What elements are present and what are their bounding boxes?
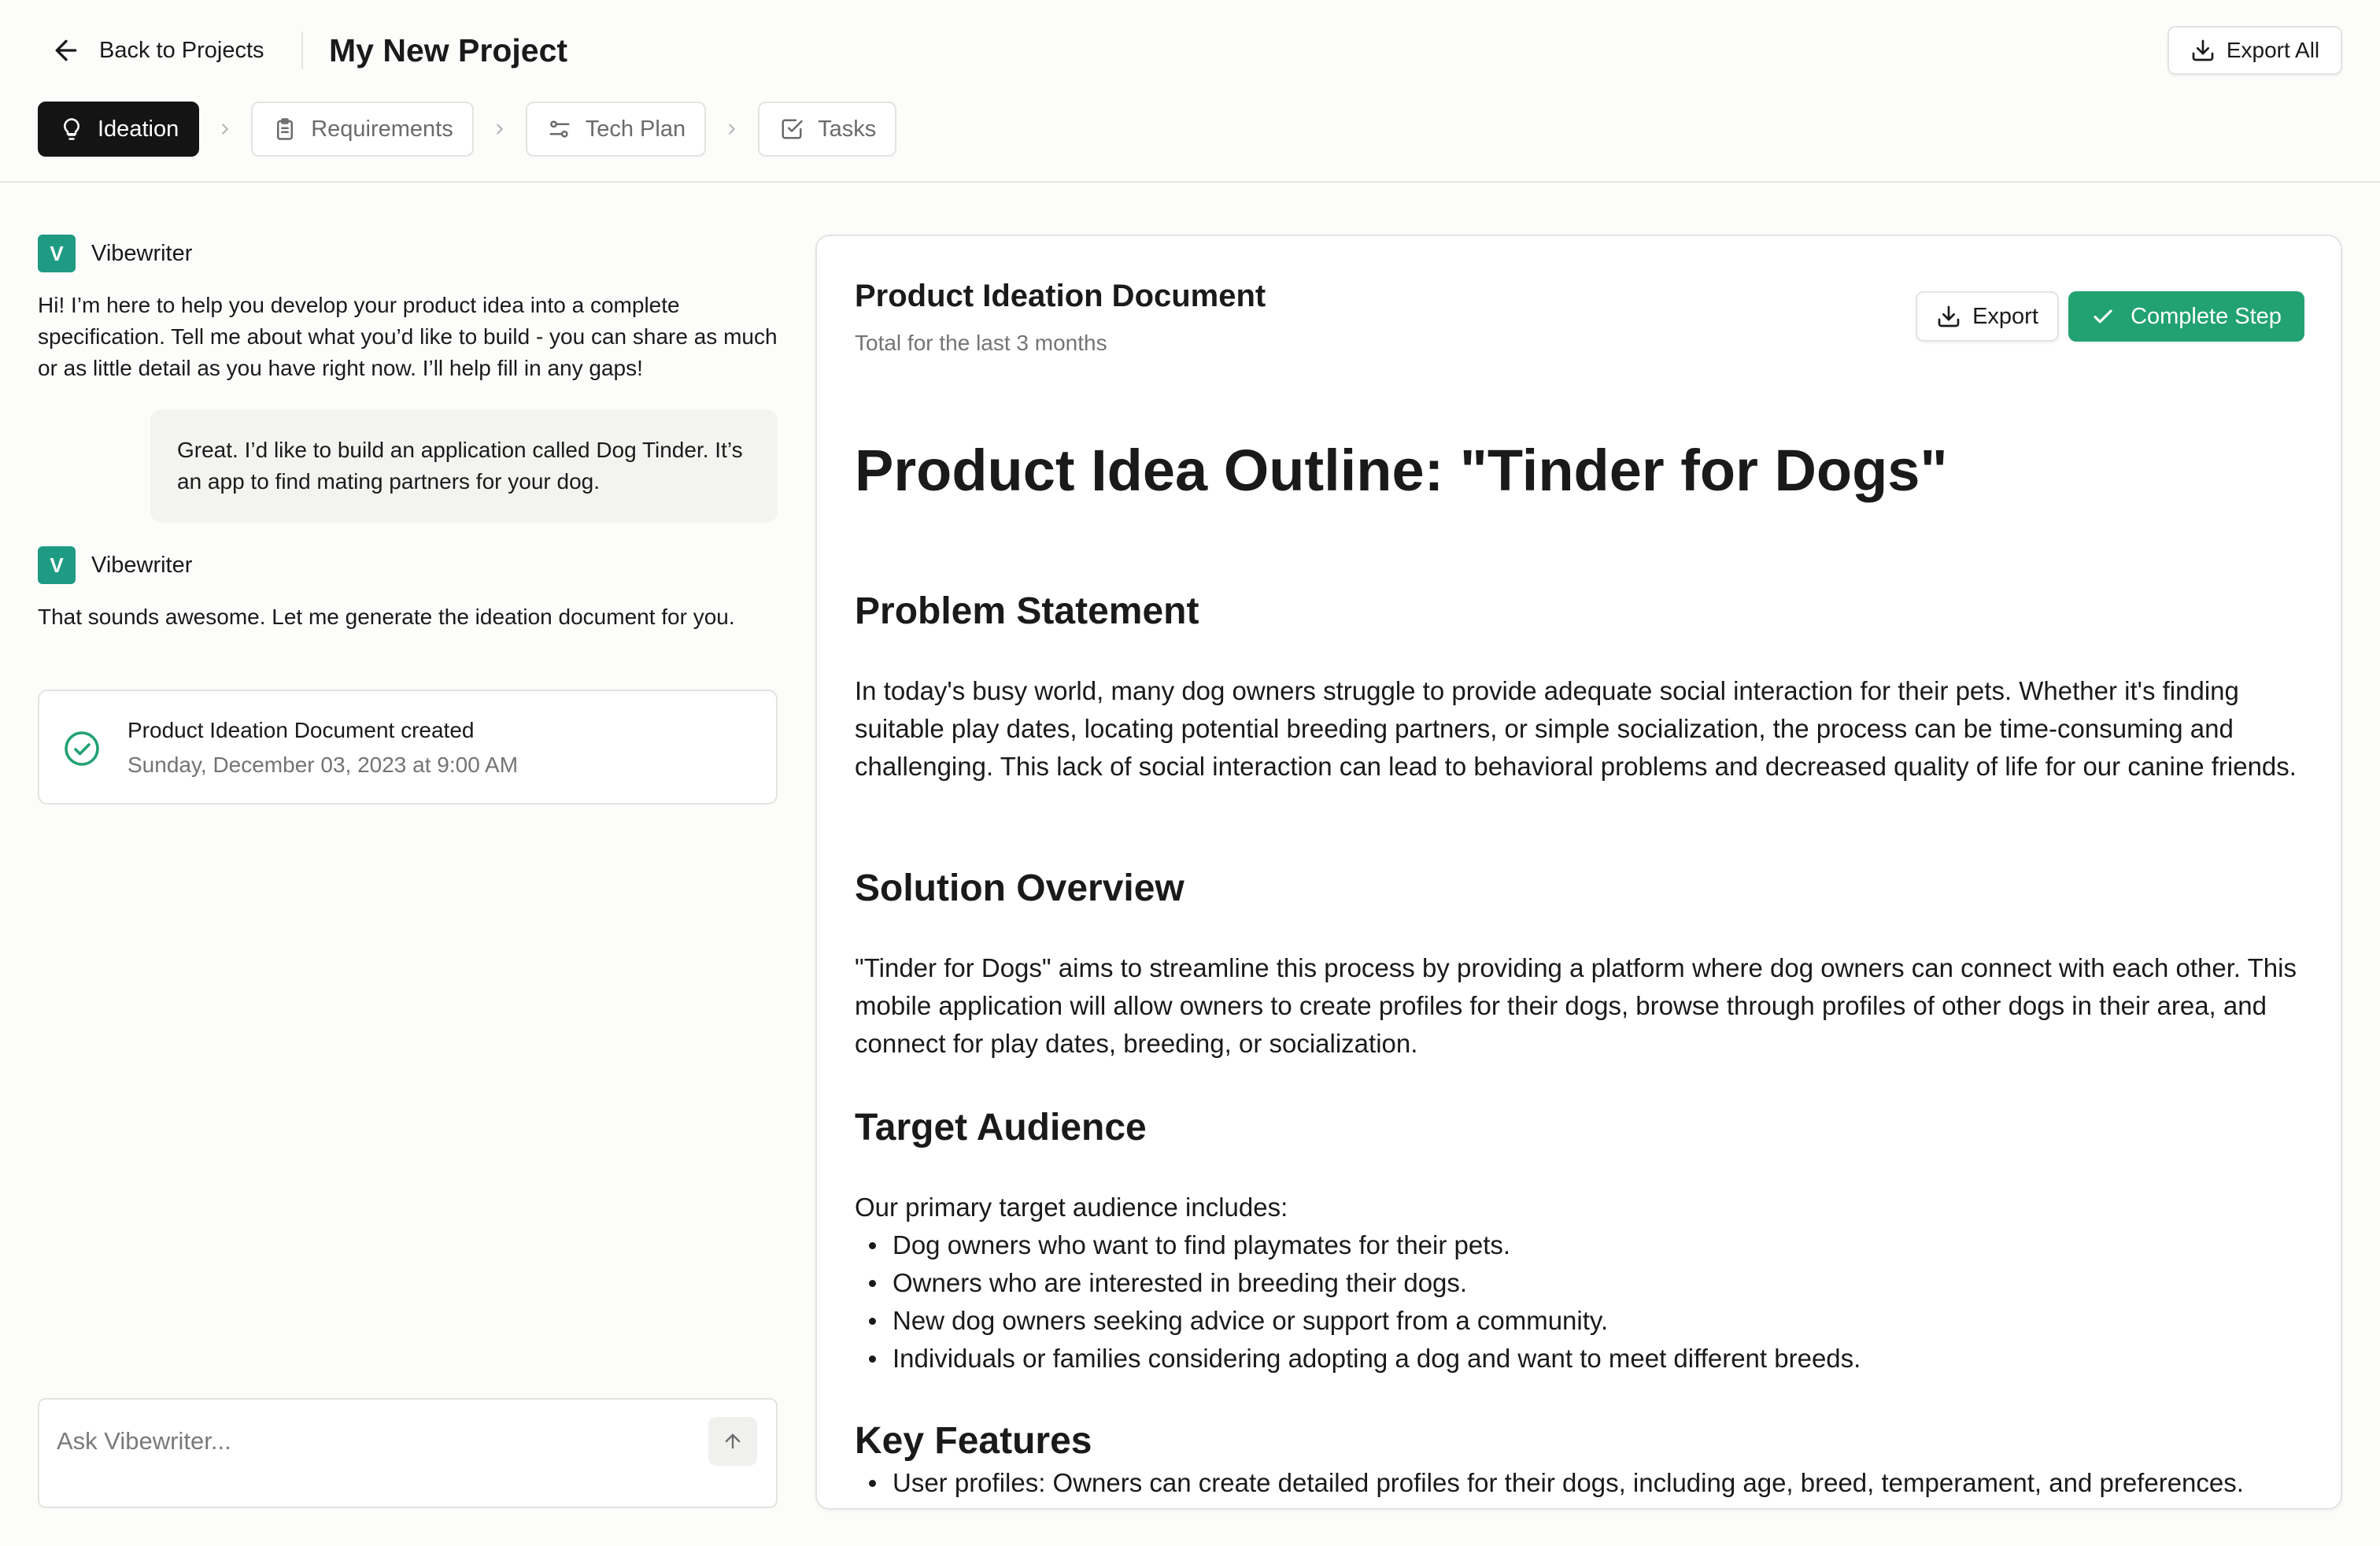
- lightbulb-icon: [64, 118, 79, 140]
- chevron-right-icon: [199, 120, 251, 138]
- top-header: Back to Projects My New Project Export A…: [0, 0, 2380, 183]
- step-tasks[interactable]: Tasks: [758, 102, 897, 157]
- step-requirements[interactable]: Requirements: [251, 102, 474, 157]
- problem-text: In today's busy world, many dog owners s…: [855, 676, 2297, 781]
- assistant-message: Hi! I’m here to help you develop your pr…: [38, 293, 778, 380]
- download-icon: [1938, 305, 1960, 327]
- assistant-header: V Vibewriter: [38, 235, 192, 272]
- project-title: My New Project: [329, 32, 568, 68]
- problem-heading: Problem Statement: [855, 590, 1199, 632]
- assistant-header: V Vibewriter: [38, 546, 192, 584]
- document-heading: Product Idea Outline: "Tinder for Dogs": [855, 438, 1948, 503]
- document-panel: Product Ideation Document Total for the …: [815, 235, 2342, 1510]
- check-icon: [2094, 309, 2112, 324]
- list-item: Individuals or families considering adop…: [855, 1340, 2319, 1378]
- clipboard-icon: [277, 118, 294, 140]
- audience-intro: Our primary target audience includes:: [855, 1193, 1288, 1222]
- avatar: V: [38, 546, 76, 584]
- step-label: Tasks: [818, 116, 877, 142]
- avatar: V: [38, 235, 76, 272]
- audience-heading: Target Audience: [855, 1107, 1147, 1148]
- solution-text: "Tinder for Dogs" aims to streamline thi…: [855, 953, 2297, 1058]
- panel-subtitle: Total for the last 3 months: [855, 331, 1107, 355]
- complete-step-button[interactable]: Complete Step: [2068, 291, 2304, 342]
- download-icon: [2192, 39, 2214, 61]
- features-list: User profiles: Owners can create detaile…: [855, 1464, 2319, 1508]
- list-item: New dog owners seeking advice or support…: [855, 1302, 2319, 1340]
- ask-input[interactable]: [57, 1422, 686, 1461]
- document-created-card[interactable]: Product Ideation Document created Sunday…: [38, 690, 778, 804]
- export-all-button[interactable]: Export All: [2168, 26, 2342, 75]
- card-date: Sunday, December 03, 2023 at 9:00 AM: [128, 753, 519, 777]
- step-label: Requirements: [311, 116, 453, 142]
- assistant-name: Vibewriter: [91, 552, 193, 578]
- step-ideation[interactable]: Ideation: [38, 102, 200, 157]
- list-item: Owners who are interested in breeding th…: [855, 1264, 2319, 1302]
- title-divider: [301, 31, 303, 69]
- chat-input-box: [38, 1398, 778, 1508]
- step-navigation: Ideation Requirements Tech Plan Tasks: [38, 102, 897, 157]
- features-heading: Key Features: [855, 1420, 1092, 1462]
- back-to-projects-link[interactable]: Back to Projects: [50, 31, 264, 69]
- arrow-left-icon: [55, 39, 77, 61]
- card-title: Product Ideation Document created: [128, 718, 475, 742]
- checkbox-icon: [782, 119, 803, 139]
- sliders-icon: [549, 120, 570, 138]
- chevron-right-icon: [706, 120, 758, 138]
- panel-title: Product Ideation Document: [855, 279, 1266, 313]
- assistant-name: Vibewriter: [91, 240, 193, 266]
- export-all-label: Export All: [2226, 38, 2320, 62]
- assistant-message: That sounds awesome. Let me generate the…: [38, 605, 735, 629]
- audience-list: Dog owners who want to find playmates fo…: [855, 1226, 2319, 1378]
- back-label: Back to Projects: [99, 37, 264, 63]
- send-button[interactable]: [708, 1417, 757, 1466]
- step-tech-plan[interactable]: Tech Plan: [525, 102, 707, 157]
- export-button[interactable]: Export: [1916, 291, 2059, 342]
- chevron-right-icon: [474, 120, 526, 138]
- solution-heading: Solution Overview: [855, 867, 1184, 909]
- step-label: Tech Plan: [585, 116, 686, 142]
- check-circle-icon: [65, 731, 99, 766]
- list-item: Dog owners who want to find playmates fo…: [855, 1226, 2319, 1264]
- list-item: User profiles: Owners can create detaile…: [855, 1464, 2319, 1502]
- user-message: Great. I’d like to build an application …: [150, 409, 778, 523]
- export-label: Export: [1972, 303, 2038, 329]
- complete-label: Complete Step: [2131, 303, 2282, 329]
- arrow-up-icon: [725, 1433, 741, 1449]
- step-label: Ideation: [98, 116, 179, 142]
- chat-panel: V Vibewriter Hi! I’m here to help you de…: [38, 183, 778, 1546]
- list-item: Location-based matching: Users can find …: [855, 1502, 2319, 1508]
